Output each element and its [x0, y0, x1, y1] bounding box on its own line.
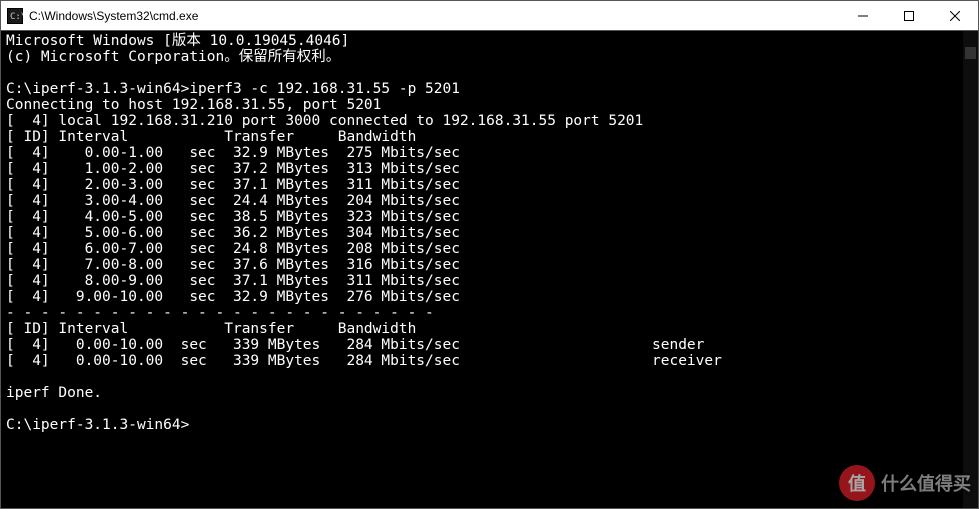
terminal-output[interactable]: Microsoft Windows [版本 10.0.19045.4046] (… [1, 31, 978, 508]
scrollbar-thumb[interactable] [965, 47, 976, 59]
cmd-window: C:\ C:\Windows\System32\cmd.exe Microsof… [0, 0, 979, 509]
maximize-button[interactable] [886, 1, 932, 30]
window-title: C:\Windows\System32\cmd.exe [29, 9, 840, 23]
minimize-button[interactable] [840, 1, 886, 30]
titlebar[interactable]: C:\ C:\Windows\System32\cmd.exe [1, 1, 978, 31]
watermark-text: 什么值得买 [881, 470, 971, 496]
close-button[interactable] [932, 1, 978, 30]
window-controls [840, 1, 978, 30]
cmd-icon: C:\ [7, 8, 23, 24]
watermark-badge: 值 [839, 465, 875, 501]
scrollbar[interactable] [963, 31, 978, 508]
svg-text:C:\: C:\ [10, 12, 23, 22]
watermark: 值 什么值得买 [839, 465, 971, 501]
